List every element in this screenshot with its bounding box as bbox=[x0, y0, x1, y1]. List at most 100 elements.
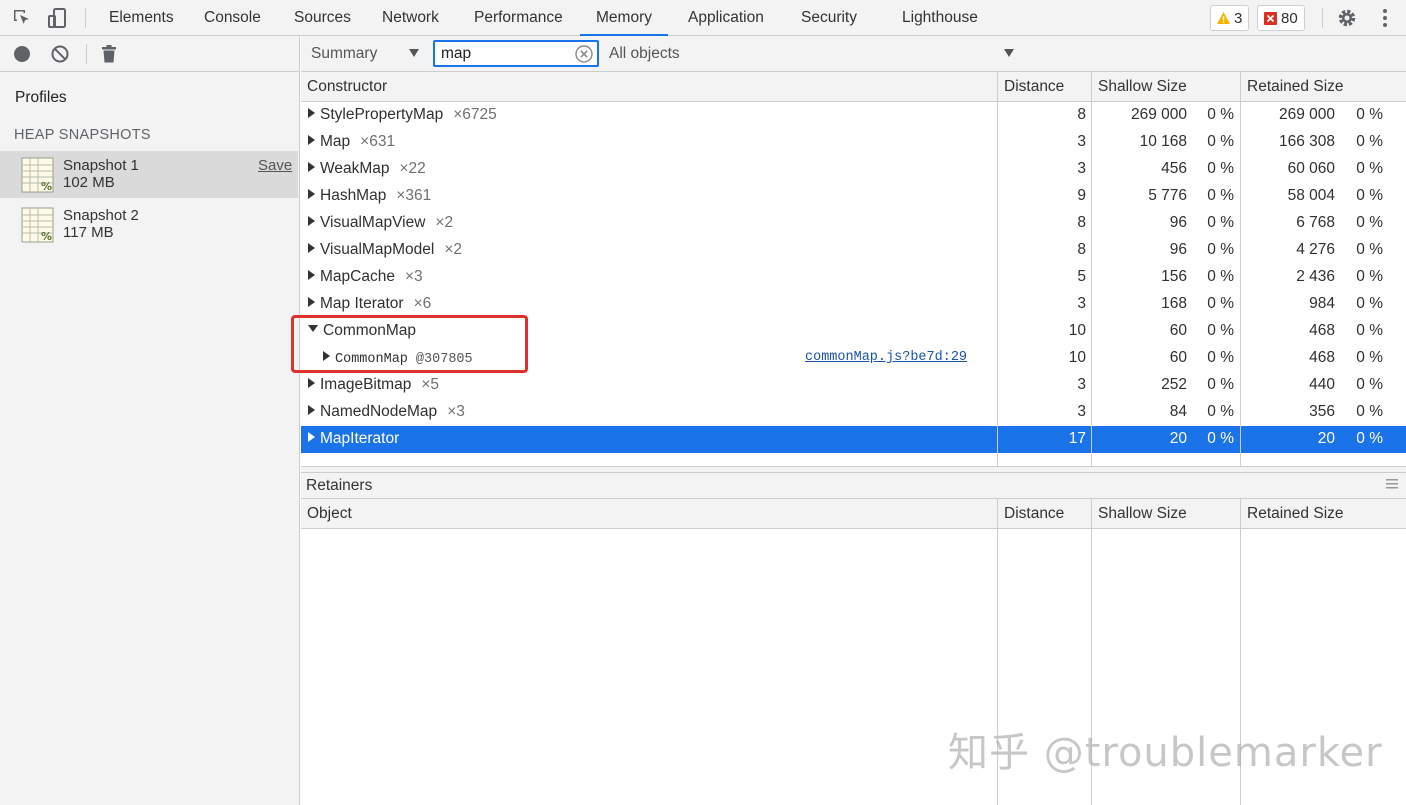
shallow-size-cell: 60 bbox=[1169, 349, 1187, 366]
snapshot-size: 102 MB bbox=[63, 174, 115, 191]
retainers-header: Retainers bbox=[301, 472, 1406, 499]
instance-count: ×3 bbox=[447, 403, 465, 420]
retained-size-cell: 58 004 bbox=[1287, 187, 1335, 204]
expand-triangle-right-icon[interactable] bbox=[308, 405, 315, 415]
shallow-size-cell: 96 bbox=[1169, 241, 1187, 258]
constructor-name: StylePropertyMap bbox=[320, 106, 444, 123]
source-location-link[interactable]: commonMap.js?be7d:29 bbox=[805, 350, 967, 365]
retained-size-column-header[interactable]: Retained Size bbox=[1241, 72, 1406, 102]
chevron-down-icon[interactable] bbox=[1004, 49, 1014, 57]
shallow-percent-cell: 0 % bbox=[1207, 268, 1234, 285]
tab-elements[interactable]: Elements bbox=[109, 0, 174, 36]
column-divider[interactable] bbox=[1091, 72, 1092, 466]
retained-percent-cell: 0 % bbox=[1356, 403, 1383, 420]
retained-size-cell: 984 bbox=[1309, 295, 1335, 312]
constructor-cell: HashMap ×361 bbox=[308, 187, 431, 205]
save-snapshot-link[interactable]: Save bbox=[258, 157, 292, 174]
instance-count: ×6725 bbox=[453, 106, 497, 123]
retained-size-cell: 4 276 bbox=[1296, 241, 1335, 258]
more-options-icon[interactable] bbox=[1374, 7, 1396, 29]
collect-garbage-trash-icon[interactable] bbox=[99, 44, 119, 64]
expand-triangle-right-icon[interactable] bbox=[308, 297, 315, 307]
class-filter-box[interactable] bbox=[433, 40, 599, 67]
distance-column-header[interactable]: Distance bbox=[998, 499, 1092, 529]
error-icon bbox=[1264, 11, 1277, 25]
expand-triangle-right-icon[interactable] bbox=[308, 243, 315, 253]
device-toolbar-icon[interactable] bbox=[46, 7, 68, 29]
profiles-toolbar bbox=[0, 36, 300, 72]
distance-cell: 10 bbox=[1068, 349, 1086, 366]
snapshot-item-2[interactable]: % Snapshot 2 117 MB bbox=[0, 201, 298, 248]
expand-triangle-right-icon[interactable] bbox=[308, 432, 315, 442]
view-mode-select[interactable]: Summary bbox=[311, 45, 377, 63]
clear-filter-icon[interactable] bbox=[575, 45, 593, 63]
instance-count: ×631 bbox=[360, 133, 396, 150]
clear-all-icon[interactable] bbox=[50, 44, 70, 64]
retained-size-column-header[interactable]: Retained Size bbox=[1241, 499, 1406, 529]
shallow-size-cell: 60 bbox=[1169, 322, 1187, 339]
toolbar-separator bbox=[85, 8, 86, 28]
expand-triangle-right-icon[interactable] bbox=[308, 216, 315, 226]
shallow-size-cell: 168 bbox=[1161, 295, 1187, 312]
expand-triangle-right-icon[interactable] bbox=[308, 189, 315, 199]
shallow-percent-cell: 0 % bbox=[1207, 133, 1234, 150]
shallow-size-cell: 10 168 bbox=[1139, 133, 1187, 150]
tab-application[interactable]: Application bbox=[688, 0, 764, 36]
expand-triangle-right-icon[interactable] bbox=[308, 108, 315, 118]
constructor-cell: VisualMapView ×2 bbox=[308, 214, 453, 232]
distance-cell: 10 bbox=[1068, 322, 1086, 339]
retained-size-cell: 356 bbox=[1309, 403, 1335, 420]
constructor-column-header[interactable]: Constructor bbox=[301, 72, 998, 102]
object-column-header[interactable]: Object bbox=[301, 499, 998, 529]
distance-column-header[interactable]: Distance bbox=[998, 72, 1092, 102]
expand-triangle-right-icon[interactable] bbox=[308, 270, 315, 280]
distance-cell: 8 bbox=[1077, 214, 1086, 231]
errors-badge[interactable]: 80 bbox=[1257, 5, 1305, 31]
retained-percent-cell: 0 % bbox=[1356, 133, 1383, 150]
shallow-size-cell: 156 bbox=[1161, 268, 1187, 285]
column-divider[interactable] bbox=[997, 72, 998, 466]
tab-network[interactable]: Network bbox=[382, 0, 439, 36]
constructor-cell: StylePropertyMap ×6725 bbox=[308, 106, 497, 124]
shallow-size-column-header[interactable]: Shallow Size bbox=[1092, 72, 1241, 102]
svg-text:%: % bbox=[41, 230, 52, 243]
objects-filter-select[interactable]: All objects bbox=[609, 45, 680, 63]
constructor-cell: Map Iterator ×6 bbox=[308, 295, 431, 313]
distance-cell: 5 bbox=[1077, 268, 1086, 285]
tab-lighthouse[interactable]: Lighthouse bbox=[902, 0, 978, 36]
warnings-badge[interactable]: 3 bbox=[1210, 5, 1250, 31]
heap-view-toolbar: Summary All objects bbox=[301, 36, 1406, 72]
distance-cell: 8 bbox=[1077, 241, 1086, 258]
shallow-percent-cell: 0 % bbox=[1207, 430, 1234, 447]
expand-triangle-right-icon[interactable] bbox=[308, 378, 315, 388]
snapshot-icon: % bbox=[21, 207, 54, 243]
constructor-cell: Map ×631 bbox=[308, 133, 395, 151]
tab-sources[interactable]: Sources bbox=[294, 0, 351, 36]
expand-triangle-right-icon[interactable] bbox=[308, 135, 315, 145]
retained-size-cell: 20 bbox=[1317, 430, 1335, 447]
tab-console[interactable]: Console bbox=[204, 0, 261, 36]
column-divider[interactable] bbox=[1240, 72, 1241, 466]
retained-percent-cell: 0 % bbox=[1356, 187, 1383, 204]
tab-performance[interactable]: Performance bbox=[474, 0, 563, 36]
shallow-percent-cell: 0 % bbox=[1207, 322, 1234, 339]
shallow-size-cell: 269 000 bbox=[1130, 106, 1187, 123]
settings-gear-icon[interactable] bbox=[1336, 7, 1358, 29]
shallow-size-column-header[interactable]: Shallow Size bbox=[1092, 499, 1241, 529]
retained-percent-cell: 0 % bbox=[1356, 430, 1383, 447]
inspect-element-icon[interactable] bbox=[11, 7, 33, 29]
distance-cell: 3 bbox=[1077, 160, 1086, 177]
retained-size-cell: 6 768 bbox=[1296, 214, 1335, 231]
hamburger-menu-icon[interactable] bbox=[1386, 479, 1398, 489]
record-icon[interactable] bbox=[12, 44, 32, 64]
distance-cell: 9 bbox=[1077, 187, 1086, 204]
constructor-name: Map bbox=[320, 133, 351, 150]
chevron-down-icon[interactable] bbox=[409, 49, 419, 57]
tab-security[interactable]: Security bbox=[801, 0, 857, 36]
tab-memory[interactable]: Memory bbox=[580, 0, 668, 36]
class-filter-input[interactable] bbox=[441, 45, 571, 63]
snapshot-item-1[interactable]: % Snapshot 1 102 MB Save bbox=[0, 151, 298, 198]
retained-size-cell: 468 bbox=[1309, 349, 1335, 366]
distance-cell: 3 bbox=[1077, 376, 1086, 393]
expand-triangle-right-icon[interactable] bbox=[308, 162, 315, 172]
